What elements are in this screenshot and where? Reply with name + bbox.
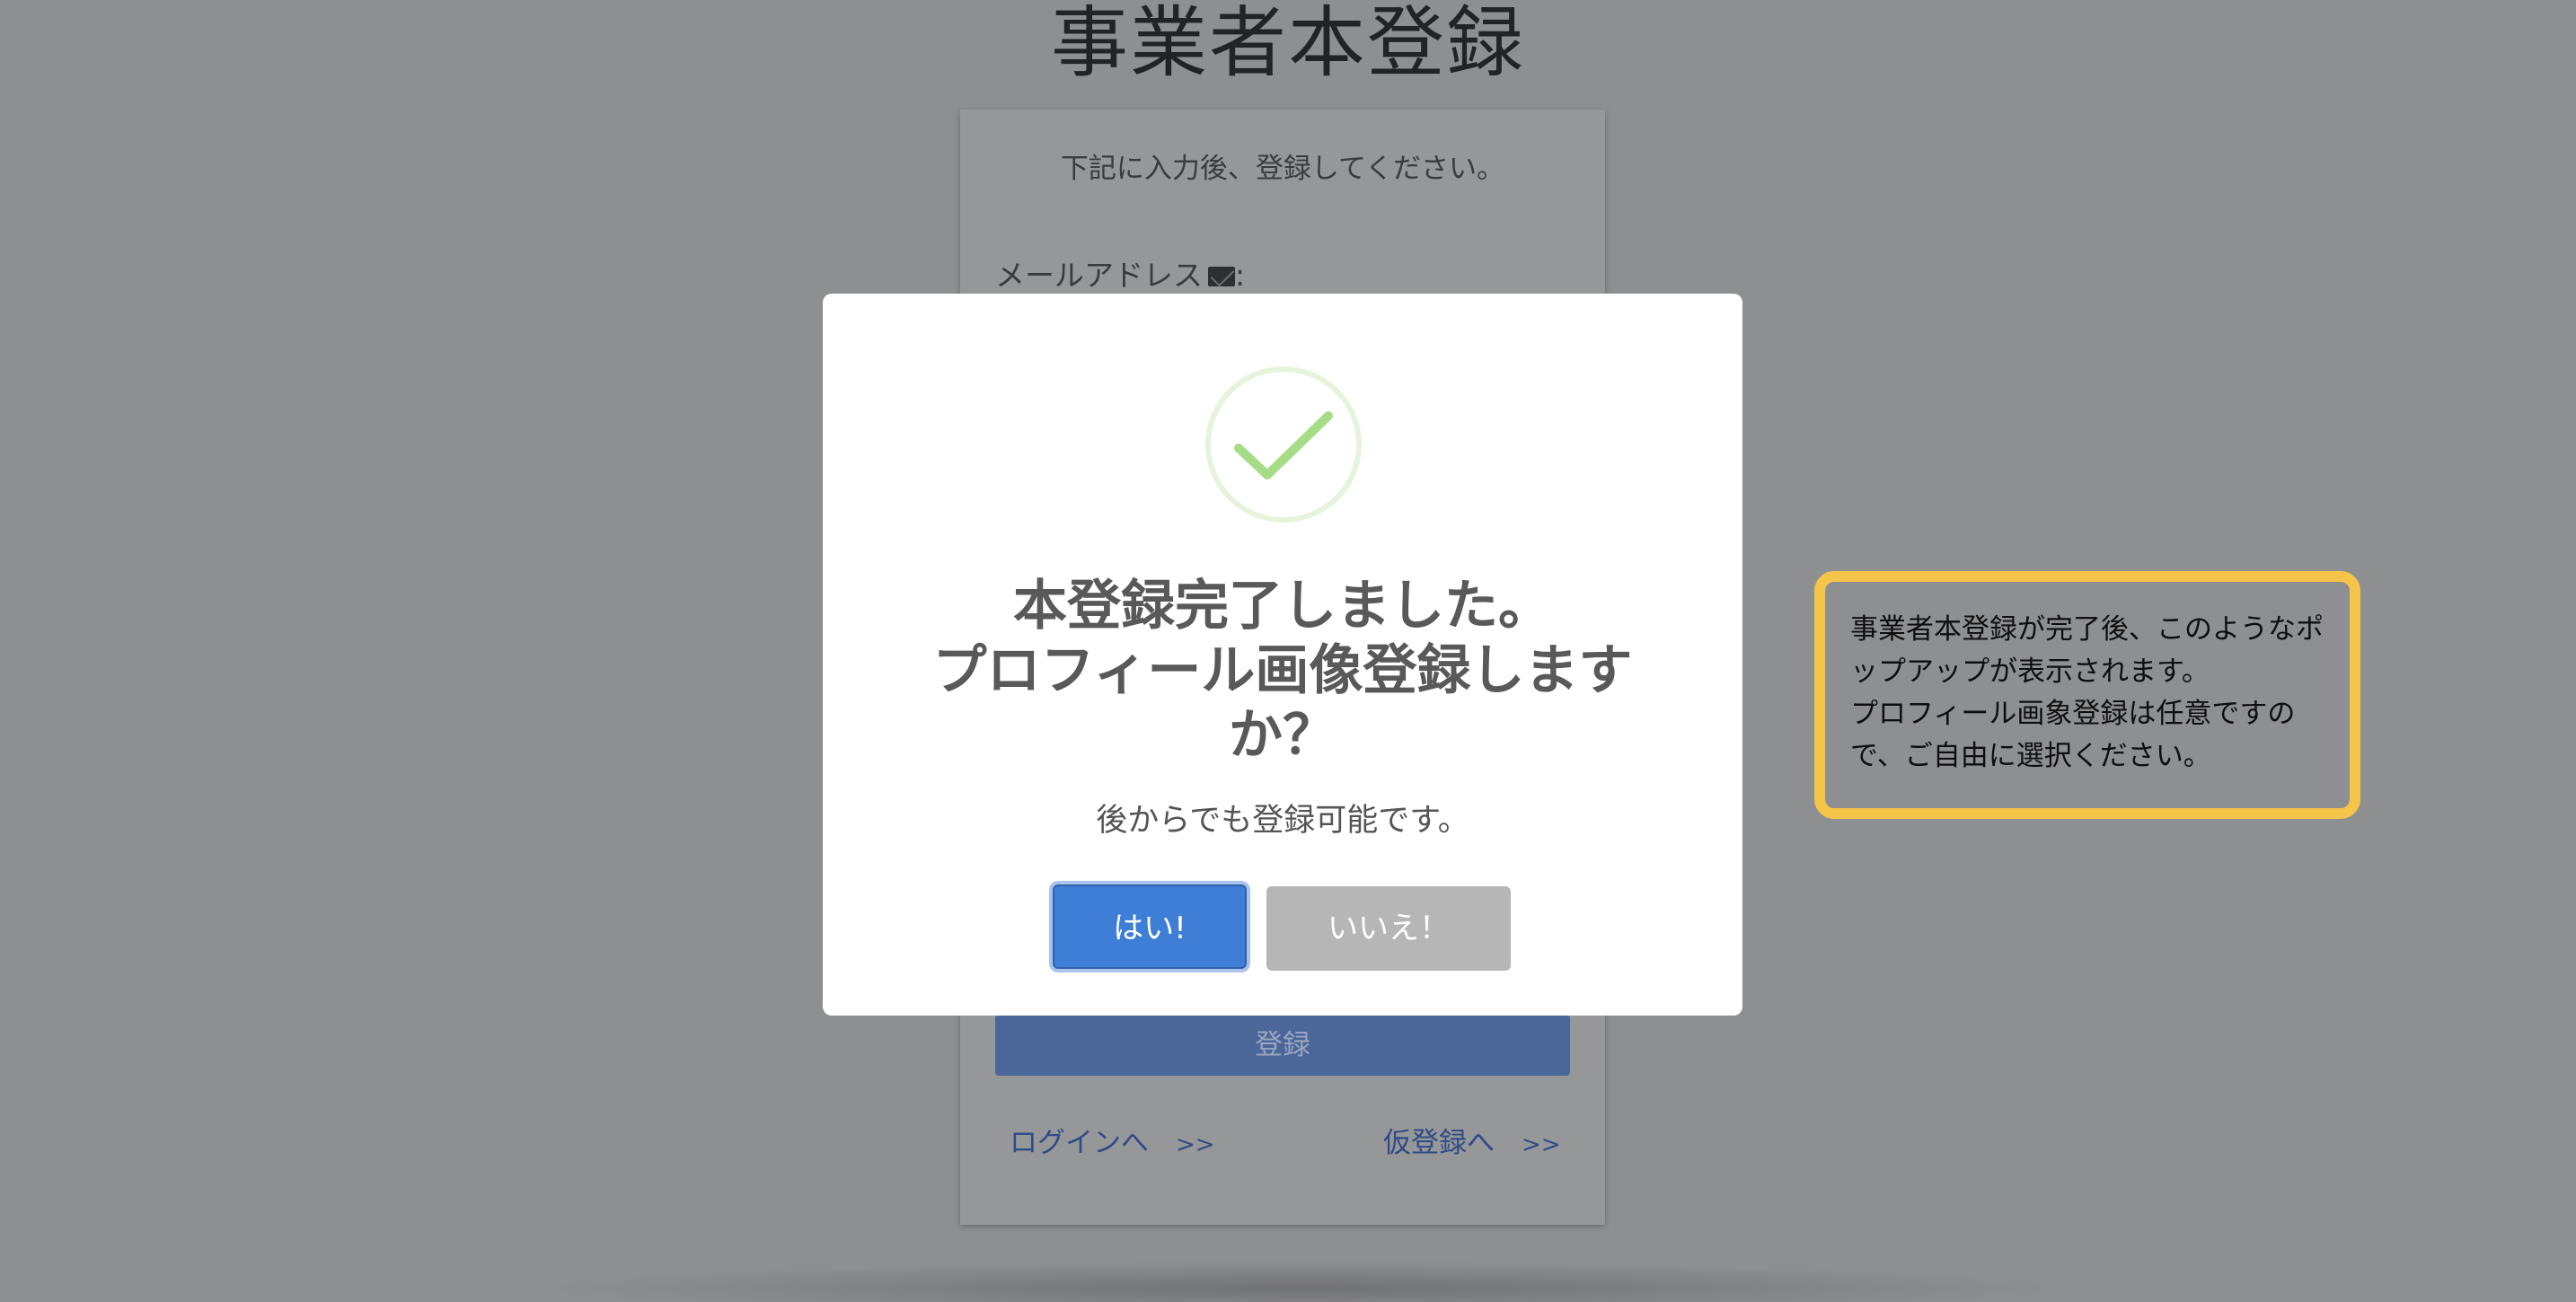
email-label-colon: :	[1235, 258, 1246, 293]
envelope-icon	[1208, 267, 1235, 286]
provisional-link-arrows[interactable]: >>	[1522, 1131, 1561, 1158]
modal-subtitle: 後からでも登録可能です。	[1096, 803, 1469, 839]
no-button[interactable]: いいえ！	[1266, 886, 1511, 971]
yes-button[interactable]: はい!	[1053, 884, 1247, 969]
provisional-link-text[interactable]: 仮登録へ	[1383, 1127, 1495, 1159]
email-label-text: メールアドレス	[995, 258, 1203, 293]
login-link-text[interactable]: ログインへ	[1010, 1127, 1149, 1159]
bottom-shadow	[539, 1262, 2066, 1302]
success-check-icon	[1205, 366, 1362, 523]
login-link-arrows[interactable]: >>	[1176, 1131, 1215, 1158]
modal-title: 本登録完了しました。 プロフィール画像登録します か？	[932, 575, 1633, 767]
login-link[interactable]: ログインへ >>	[1010, 1120, 1215, 1160]
page-title: 事業者本登録	[1051, 0, 1525, 88]
provisional-register-link[interactable]: 仮登録へ >>	[1383, 1120, 1561, 1160]
register-button[interactable]: 登録	[995, 1015, 1570, 1076]
email-label: メールアドレス:	[995, 251, 1245, 295]
annotation-callout: 事業者本登録が完了後、このようなポ ップアップが表示されます。 プロフィール画象…	[1814, 571, 2360, 819]
form-instruction: 下記に入力後、登録してください。	[1060, 153, 1505, 185]
success-modal: 本登録完了しました。 プロフィール画像登録します か？ 後からでも登録可能です。…	[823, 294, 1742, 1016]
